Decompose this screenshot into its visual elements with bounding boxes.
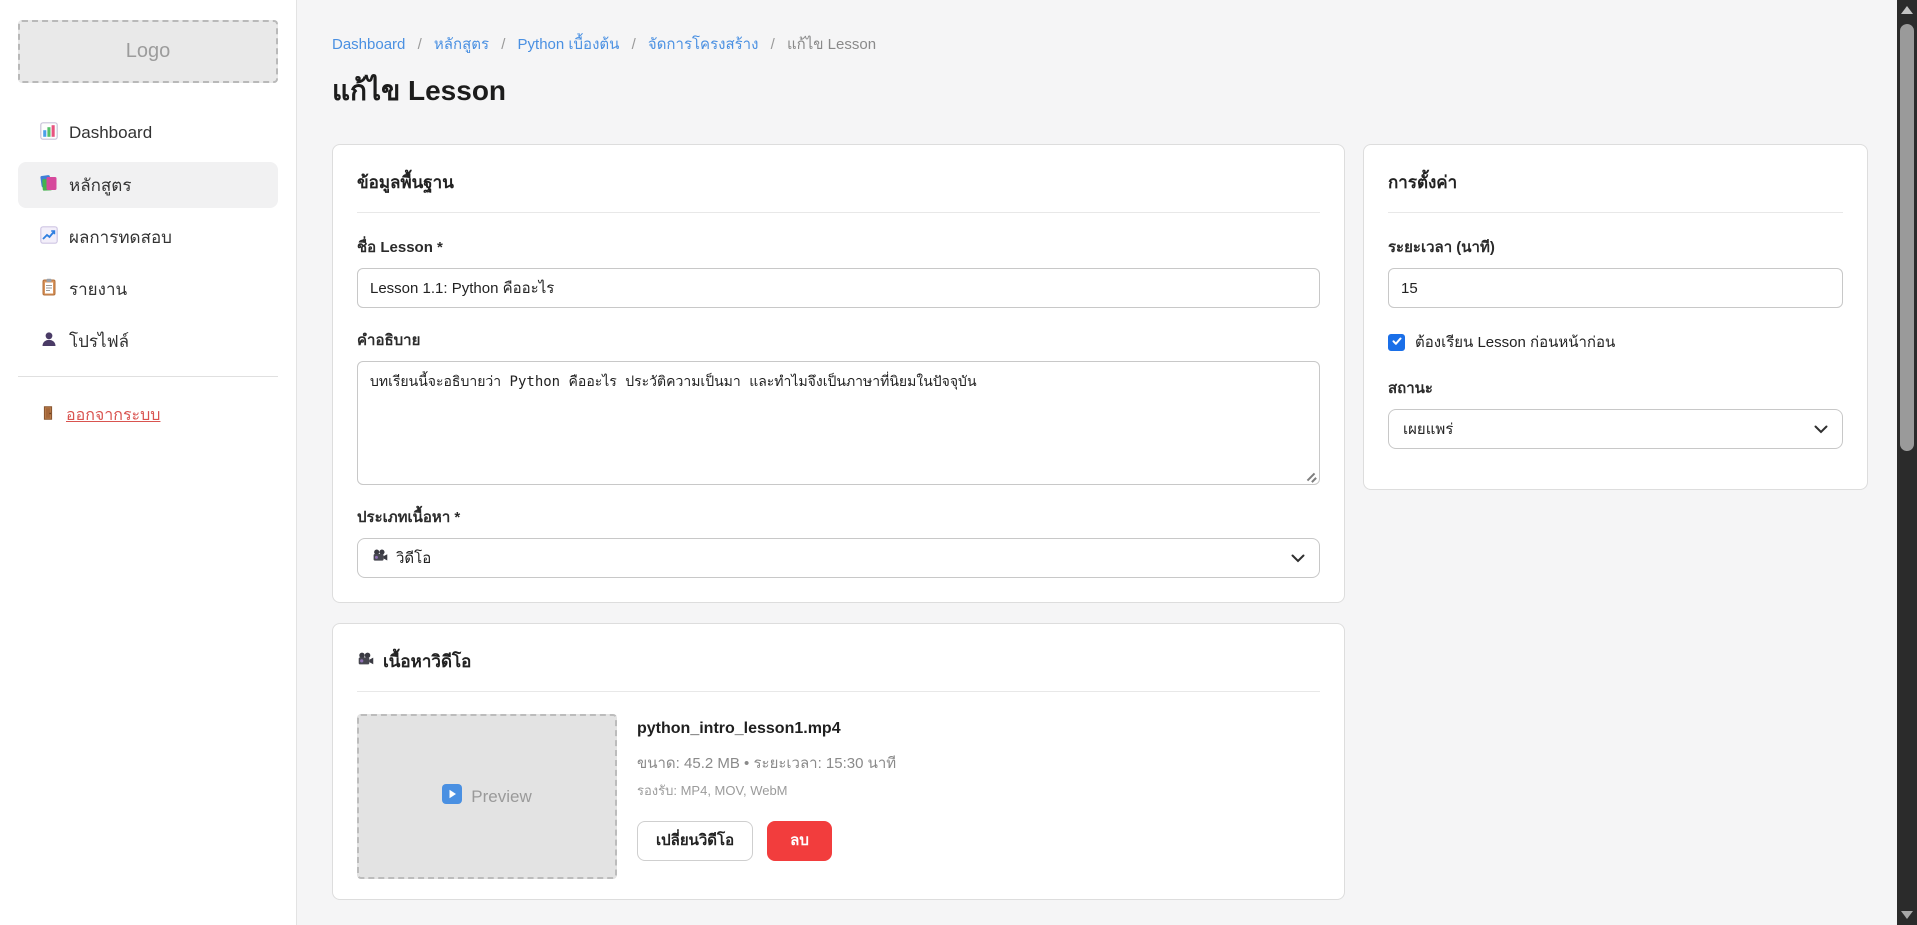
sidebar-item-label: ผลการทดสอบ <box>69 224 172 251</box>
video-content-card: เนื้อหาวิดีโอ Preview python_intro_lesso… <box>332 623 1345 900</box>
sidebar-item-label: รายงาน <box>69 276 127 303</box>
sidebar-item-test-results[interactable]: ผลการทดสอบ <box>18 214 278 260</box>
logout-label: ออกจากระบบ <box>66 403 160 428</box>
breadcrumb-link-structure[interactable]: จัดการโครงสร้าง <box>648 36 759 53</box>
lesson-name-input[interactable] <box>357 268 1320 308</box>
change-video-button[interactable]: เปลี่ยนวิดีโอ <box>637 821 753 861</box>
logo-placeholder: Logo <box>18 20 278 83</box>
books-icon <box>40 174 58 197</box>
sidebar-divider <box>18 376 278 377</box>
textarea-resize-handle[interactable] <box>1305 470 1318 483</box>
sidebar-item-label: Dashboard <box>69 123 152 143</box>
settings-card: การตั้งค่า ระยะเวลา (นาที) ต้องเรียน Les… <box>1363 144 1868 490</box>
chevron-down-icon <box>1291 550 1305 567</box>
play-icon <box>442 784 462 809</box>
description-textarea[interactable]: บทเรียนนี้จะอธิบายว่า Python คืออะไร ประ… <box>357 361 1320 485</box>
scrollbar-up-arrow[interactable] <box>1901 6 1913 14</box>
chevron-down-icon <box>1814 421 1828 438</box>
content-type-value: วิดีโอ <box>396 546 431 570</box>
status-label: สถานะ <box>1388 376 1843 400</box>
video-card-title: เนื้อหาวิดีโอ <box>383 648 471 675</box>
duration-input[interactable] <box>1388 268 1843 308</box>
sidebar-item-reports[interactable]: รายงาน <box>18 266 278 312</box>
duration-label: ระยะเวลา (นาที) <box>1388 235 1843 259</box>
prereq-label: ต้องเรียน Lesson ก่อนหน้าก่อน <box>1415 330 1615 354</box>
sidebar-item-label: หลักสูตร <box>69 172 131 199</box>
breadcrumb-separator: / <box>632 36 636 53</box>
delete-video-button[interactable]: ลบ <box>767 821 832 861</box>
logo-text: Logo <box>126 40 171 63</box>
door-icon <box>40 405 56 426</box>
description-label: คำอธิบาย <box>357 328 1320 352</box>
breadcrumb-separator: / <box>771 36 775 53</box>
page-title: แก้ไข Lesson <box>332 72 1868 110</box>
sidebar-item-profile[interactable]: โปรไฟล์ <box>18 318 278 364</box>
logout-link[interactable]: ออกจากระบบ <box>40 403 278 428</box>
sidebar-item-dashboard[interactable]: Dashboard <box>18 110 278 156</box>
prereq-checkbox[interactable] <box>1388 334 1405 351</box>
video-preview[interactable]: Preview <box>357 714 617 879</box>
settings-card-title: การตั้งค่า <box>1388 165 1843 213</box>
scrollbar-down-arrow[interactable] <box>1901 911 1913 919</box>
main-content: Dashboard / หลักสูตร / Python เบื้องต้น … <box>297 0 1917 925</box>
content-type-select[interactable]: วิดีโอ <box>357 538 1320 578</box>
scrollbar-thumb[interactable] <box>1900 24 1914 451</box>
sidebar-item-courses[interactable]: หลักสูตร <box>18 162 278 208</box>
sidebar: Logo Dashboard หลักสูตร ผลการทดสอบ รายงา… <box>0 0 297 925</box>
status-select[interactable]: เผยแพร่ <box>1388 409 1843 449</box>
check-icon <box>1391 334 1403 351</box>
video-filename: python_intro_lesson1.mp4 <box>637 720 896 738</box>
clipboard-icon <box>40 278 58 301</box>
breadcrumb-link-course[interactable]: Python เบื้องต้น <box>518 36 620 53</box>
breadcrumb-separator: / <box>501 36 505 53</box>
movie-camera-icon <box>372 548 388 568</box>
person-icon <box>40 330 58 353</box>
scrollbar[interactable] <box>1897 0 1917 925</box>
basic-info-card: ข้อมูลพื้นฐาน ชื่อ Lesson * คำอธิบาย บทเ… <box>332 144 1345 603</box>
breadcrumb-link-dashboard[interactable]: Dashboard <box>332 36 405 53</box>
content-type-label: ประเภทเนื้อหา * <box>357 505 1320 529</box>
video-meta: ขนาด: 45.2 MB • ระยะเวลา: 15:30 นาที <box>637 751 896 775</box>
breadcrumb-current: แก้ไข Lesson <box>787 36 876 53</box>
basic-info-card-title: ข้อมูลพื้นฐาน <box>357 165 1320 213</box>
video-supported-formats: รองรับ: MP4, MOV, WebM <box>637 780 896 801</box>
preview-label: Preview <box>471 787 531 807</box>
line-chart-icon <box>40 226 58 249</box>
status-value: เผยแพร่ <box>1403 417 1453 441</box>
movie-camera-icon <box>357 651 374 673</box>
breadcrumb-link-courses[interactable]: หลักสูตร <box>434 36 489 53</box>
breadcrumb: Dashboard / หลักสูตร / Python เบื้องต้น … <box>332 32 1868 56</box>
breadcrumb-separator: / <box>418 36 422 53</box>
bar-chart-icon <box>40 122 58 145</box>
sidebar-item-label: โปรไฟล์ <box>69 328 129 355</box>
lesson-name-label: ชื่อ Lesson * <box>357 235 1320 259</box>
